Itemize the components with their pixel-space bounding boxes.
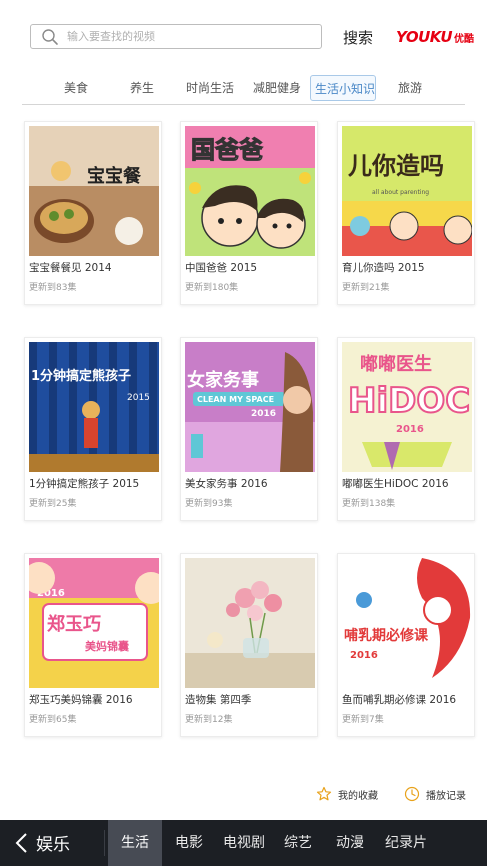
header: 搜索 YOUKU 优酷 xyxy=(0,0,487,62)
thumb-title: 嘟嘟医生 xyxy=(360,353,432,375)
search-box[interactable] xyxy=(30,24,322,49)
bottom-nav: 娱乐 生活 电影 电视剧 综艺 动漫 纪录片 xyxy=(0,820,487,866)
logo-brand-cn: 优酷 xyxy=(454,34,475,45)
search-icon xyxy=(42,28,58,45)
video-title: 1分钟搞定熊孩子 2015 xyxy=(29,478,140,490)
chevron-left-icon xyxy=(15,832,27,853)
video-thumbnail xyxy=(185,558,315,688)
video-thumbnail: 2016 郑玉巧 美妈锦囊 xyxy=(29,558,159,688)
video-updated: 更新到93集 xyxy=(185,499,233,509)
favorites-button[interactable]: 我的收藏 xyxy=(316,786,378,802)
video-card[interactable]: 女家务事 CLEAN MY SPACE 2016 美女家务事 2016 更新到9… xyxy=(180,337,318,521)
category-tabs: 美食 养生 时尚生活 减肥健身 生活小知识 旅游 xyxy=(0,72,487,104)
video-thumbnail: 女家务事 CLEAN MY SPACE 2016 xyxy=(185,342,315,472)
clock-icon xyxy=(404,786,420,802)
video-thumbnail: 1分钟搞定熊孩子 2015 xyxy=(29,342,159,472)
nav-item-movie[interactable]: 电影 xyxy=(166,820,212,866)
video-updated: 更新到65集 xyxy=(29,715,77,725)
video-updated: 更新到83集 xyxy=(29,283,77,293)
search-button[interactable]: 搜索 xyxy=(343,27,373,48)
thumb-year: 2016 xyxy=(251,409,276,419)
video-title: 嘟嘟医生HiDOC 2016 xyxy=(342,478,449,490)
nav-item-tv[interactable]: 电视剧 xyxy=(218,820,270,866)
nav-divider xyxy=(104,830,105,856)
video-title: 育儿你造吗 2015 xyxy=(342,262,425,274)
video-title: 中国爸爸 2015 xyxy=(185,262,258,274)
video-thumbnail: 哺乳期必修课 2016 xyxy=(342,558,472,688)
video-card[interactable]: 国爸爸 中国爸爸 2015 更新到180集 xyxy=(180,121,318,305)
thumb-subtitle: CLEAN MY SPACE xyxy=(197,395,274,404)
back-button[interactable]: 娱乐 xyxy=(14,830,70,855)
video-thumbnail: 国爸爸 xyxy=(185,126,315,256)
logo-brand: YOUKU xyxy=(396,28,453,46)
video-card[interactable]: 嘟嘟医生 HiDOC 2016 嘟嘟医生HiDOC 2016 更新到138集 xyxy=(337,337,475,521)
video-card[interactable]: 哺乳期必修课 2016 鱼而哺乳期必修课 2016 更新到7集 xyxy=(337,553,475,737)
video-title: 造物集 第四季 xyxy=(185,694,252,706)
thumb-subtitle: HiDOC xyxy=(348,381,470,421)
video-updated: 更新到138集 xyxy=(342,499,396,509)
favorites-label: 我的收藏 xyxy=(338,790,378,802)
video-updated: 更新到12集 xyxy=(185,715,233,725)
video-card[interactable]: 1分钟搞定熊孩子 2015 1分钟搞定熊孩子 2015 更新到25集 xyxy=(24,337,162,521)
tabs-divider xyxy=(22,104,465,105)
youku-logo: YOUKU 优酷 xyxy=(396,28,474,46)
thumb-subtitle: 美妈锦囊 xyxy=(85,639,130,653)
history-label: 播放记录 xyxy=(426,790,466,802)
nav-item-anime[interactable]: 动漫 xyxy=(328,820,372,866)
video-updated: 更新到21集 xyxy=(342,283,390,293)
search-input[interactable] xyxy=(67,30,307,43)
thumb-subtitle: all about parenting xyxy=(372,189,429,196)
nav-item-life[interactable]: 生活 xyxy=(108,820,162,866)
tab-life-tips[interactable]: 生活小知识 xyxy=(310,75,376,101)
thumb-title: 儿你造吗 xyxy=(348,152,444,180)
thumb-title: 哺乳期必修课 xyxy=(344,627,429,644)
tab-fashion-life[interactable]: 时尚生活 xyxy=(184,75,236,101)
video-title: 郑玉巧美妈锦囊 2016 xyxy=(29,694,133,706)
nav-item-variety[interactable]: 综艺 xyxy=(276,820,320,866)
tab-food[interactable]: 美食 xyxy=(62,75,90,101)
thumb-year: 2016 xyxy=(350,650,378,661)
video-updated: 更新到25集 xyxy=(29,499,77,509)
tab-travel[interactable]: 旅游 xyxy=(396,75,424,101)
video-card[interactable]: 宝宝餐 宝宝餐餐见 2014 更新到83集 xyxy=(24,121,162,305)
video-thumbnail: 儿你造吗 all about parenting xyxy=(342,126,472,256)
thumb-year: 2015 xyxy=(127,393,150,403)
history-button[interactable]: 播放记录 xyxy=(404,786,466,802)
tab-fitness[interactable]: 减肥健身 xyxy=(251,75,303,101)
video-updated: 更新到180集 xyxy=(185,283,239,293)
video-title: 鱼而哺乳期必修课 2016 xyxy=(342,694,457,706)
video-title: 美女家务事 2016 xyxy=(185,478,268,490)
thumb-year: 2016 xyxy=(396,424,424,435)
video-thumbnail: 嘟嘟医生 HiDOC 2016 xyxy=(342,342,472,472)
star-icon xyxy=(316,786,332,801)
video-card[interactable]: 造物集 第四季 更新到12集 xyxy=(180,553,318,737)
back-label: 娱乐 xyxy=(36,835,70,855)
video-updated: 更新到7集 xyxy=(342,715,384,725)
thumb-title: 女家务事 xyxy=(187,369,259,391)
nav-item-documentary[interactable]: 纪录片 xyxy=(378,820,434,866)
tab-health[interactable]: 养生 xyxy=(128,75,156,101)
thumb-title: 宝宝餐 xyxy=(87,165,142,187)
video-card[interactable]: 儿你造吗 all about parenting 育儿你造吗 2015 更新到2… xyxy=(337,121,475,305)
video-title: 宝宝餐餐见 2014 xyxy=(29,262,112,274)
thumb-title: 国爸爸 xyxy=(191,136,263,164)
video-card[interactable]: 2016 郑玉巧 美妈锦囊 郑玉巧美妈锦囊 2016 更新到65集 xyxy=(24,553,162,737)
thumb-title: 郑玉巧 xyxy=(47,613,101,635)
thumb-title: 1分钟搞定熊孩子 xyxy=(31,368,131,384)
video-thumbnail: 宝宝餐 xyxy=(29,126,159,256)
